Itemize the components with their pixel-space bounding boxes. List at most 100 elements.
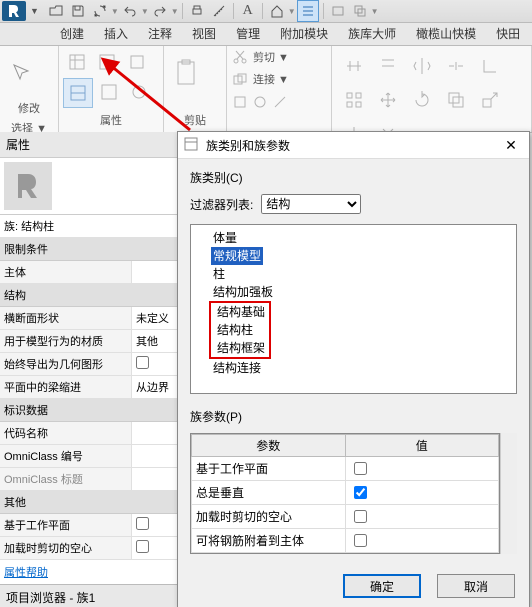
properties-icon[interactable] xyxy=(63,48,91,76)
app-logo[interactable] xyxy=(2,1,26,21)
tree-item[interactable]: 结构柱 xyxy=(215,321,267,339)
checkbox[interactable] xyxy=(354,534,367,547)
tree-item[interactable]: 柱 xyxy=(211,265,510,283)
checkbox[interactable] xyxy=(136,517,149,530)
undo-icon[interactable] xyxy=(120,1,140,21)
array-icon[interactable] xyxy=(340,86,368,114)
family-types-icon[interactable] xyxy=(123,48,151,76)
checkbox[interactable] xyxy=(136,356,149,369)
tree-item[interactable]: 结构框架 xyxy=(215,339,267,357)
align-icon[interactable] xyxy=(340,52,368,80)
prop-row: 始终导出为几何图形 xyxy=(0,353,190,376)
type-properties-icon[interactable] xyxy=(93,48,121,76)
modify-tool-icon[interactable] xyxy=(4,48,40,98)
param-row: 基于工作平面 xyxy=(192,457,499,481)
family-category-dialog: 族类别和族参数 ✕ 族类别(C) 过滤器列表: 结构 体量 常规模型 柱 结构加… xyxy=(177,131,530,607)
category-label: 族类别(C) xyxy=(190,169,517,186)
ribbon: 修改 选择 ▼ 属性 剪贴 剪切 ▼ 连接 ▼ xyxy=(0,46,532,133)
tab-addins[interactable]: 附加模块 xyxy=(270,21,338,45)
filter-select[interactable]: 结构 xyxy=(261,194,361,214)
tab-familymaster[interactable]: 族库大师 xyxy=(338,21,406,45)
checkbox[interactable] xyxy=(354,462,367,475)
tree-item[interactable]: 结构加强板 xyxy=(211,283,510,301)
dropdown-icon[interactable]: ▼ xyxy=(111,7,119,16)
family-thumbnail xyxy=(4,162,52,210)
cut-label[interactable]: 剪切 ▼ xyxy=(253,49,289,65)
home-icon[interactable] xyxy=(267,1,287,21)
tree-item[interactable]: 结构连接 xyxy=(211,359,510,377)
family-category-icon[interactable] xyxy=(63,78,93,108)
category-tree[interactable]: 体量 常规模型 柱 结构加强板 结构基础 结构柱 结构框架 结构连接 xyxy=(190,224,517,394)
tab-annotate[interactable]: 注释 xyxy=(138,21,182,45)
mirror-icon[interactable] xyxy=(408,52,436,80)
tab-olive[interactable]: 橄榄山快模 xyxy=(406,21,486,45)
tab-insert[interactable]: 插入 xyxy=(94,21,138,45)
dropdown-icon[interactable]: ▼ xyxy=(171,7,179,16)
group-label-geometry xyxy=(231,114,327,130)
geom-icon[interactable] xyxy=(231,93,249,111)
dropdown-icon[interactable]: ▼ xyxy=(371,7,379,16)
properties-help-link[interactable]: 属性帮助 xyxy=(0,560,190,584)
tab-manage[interactable]: 管理 xyxy=(226,21,270,45)
redo-icon[interactable] xyxy=(150,1,170,21)
dropdown-icon[interactable]: ▼ xyxy=(30,6,39,16)
checkbox[interactable] xyxy=(354,486,367,499)
family-type-selector[interactable]: 族: 结构柱 xyxy=(0,215,190,238)
measure-icon[interactable] xyxy=(209,1,229,21)
scrollbar[interactable] xyxy=(500,433,517,554)
open-icon[interactable] xyxy=(46,1,66,21)
project-units-icon[interactable] xyxy=(95,78,123,106)
project-browser-title[interactable]: 项目浏览器 - 族1 xyxy=(0,584,190,607)
quick-access-toolbar: ▼ ▼ ▼ ▼ A ▼ ▼ xyxy=(0,0,532,23)
section-structural[interactable]: 结构 xyxy=(0,284,190,307)
rotate-icon[interactable] xyxy=(408,86,436,114)
col-param[interactable]: 参数 xyxy=(192,435,346,457)
prop-row: OmniClass 编号 xyxy=(0,445,190,468)
properties-preview xyxy=(0,158,190,215)
checkbox[interactable] xyxy=(354,510,367,523)
ribbon-tabs: 创建 插入 注释 视图 管理 附加模块 族库大师 橄榄山快模 快田 xyxy=(0,23,532,46)
tree-item-selected[interactable]: 常规模型 xyxy=(211,247,263,265)
params-table: 参数 值 基于工作平面 总是垂直 加载时剪切的空心 可将钢筋附着到主体 xyxy=(190,433,500,554)
offset-icon[interactable] xyxy=(374,52,402,80)
checkbox[interactable] xyxy=(136,540,149,553)
close-button[interactable]: ✕ xyxy=(499,135,523,155)
join-icon[interactable] xyxy=(231,70,249,88)
copy-icon[interactable] xyxy=(442,86,470,114)
switch-window-icon[interactable] xyxy=(350,1,370,21)
misc-icon[interactable] xyxy=(125,78,153,106)
col-value[interactable]: 值 xyxy=(345,435,499,457)
thin-lines-icon[interactable] xyxy=(297,0,319,22)
save-icon[interactable] xyxy=(68,1,88,21)
cut-icon[interactable] xyxy=(231,48,249,66)
scale-icon[interactable] xyxy=(476,86,504,114)
ok-button[interactable]: 确定 xyxy=(343,574,421,598)
dialog-title: 族类别和族参数 xyxy=(206,137,499,154)
geom-icon[interactable] xyxy=(271,93,289,111)
tab-view[interactable]: 视图 xyxy=(182,21,226,45)
dropdown-icon[interactable]: ▼ xyxy=(288,7,296,16)
group-label-properties: 属性 xyxy=(63,110,159,130)
cancel-button[interactable]: 取消 xyxy=(437,574,515,598)
properties-title: 属性 xyxy=(0,132,190,158)
dropdown-icon[interactable]: ▼ xyxy=(141,7,149,16)
param-row: 加载时剪切的空心 xyxy=(192,505,499,529)
join-label[interactable]: 连接 ▼ xyxy=(253,71,289,87)
geom-icon[interactable] xyxy=(251,93,269,111)
paste-icon[interactable] xyxy=(168,48,204,98)
tree-item[interactable]: 体量 xyxy=(211,229,510,247)
split-icon[interactable] xyxy=(442,52,470,80)
trim-icon[interactable] xyxy=(476,52,504,80)
tab-create[interactable]: 创建 xyxy=(50,21,94,45)
tab-quick[interactable]: 快田 xyxy=(486,21,530,45)
sync-icon[interactable] xyxy=(90,1,110,21)
tree-item[interactable]: 结构基础 xyxy=(215,303,267,321)
move-icon[interactable] xyxy=(374,86,402,114)
text-icon[interactable]: A xyxy=(238,1,258,21)
section-identity[interactable]: 标识数据 xyxy=(0,399,190,422)
close-hidden-icon[interactable] xyxy=(328,1,348,21)
section-constraints[interactable]: 限制条件 xyxy=(0,238,190,261)
prop-row: 加载时剪切的空心 xyxy=(0,537,190,560)
section-other[interactable]: 其他 xyxy=(0,491,190,514)
print-icon[interactable] xyxy=(187,1,207,21)
